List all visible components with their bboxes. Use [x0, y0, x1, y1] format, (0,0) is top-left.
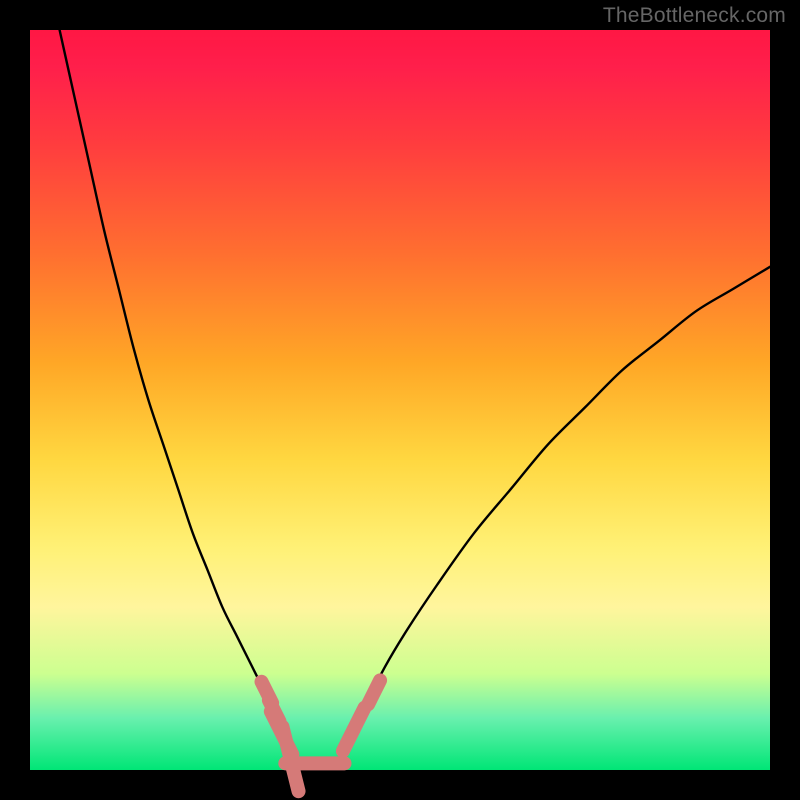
watermark-text: TheBottleneck.com — [603, 4, 786, 28]
chart-frame: TheBottleneck.com — [0, 0, 800, 800]
marker-right-1 — [354, 708, 365, 729]
left-curve — [60, 30, 293, 755]
right-curve — [341, 267, 770, 755]
chart-svg — [30, 30, 770, 770]
marker-right-2 — [368, 680, 380, 704]
markers-group — [262, 680, 381, 791]
